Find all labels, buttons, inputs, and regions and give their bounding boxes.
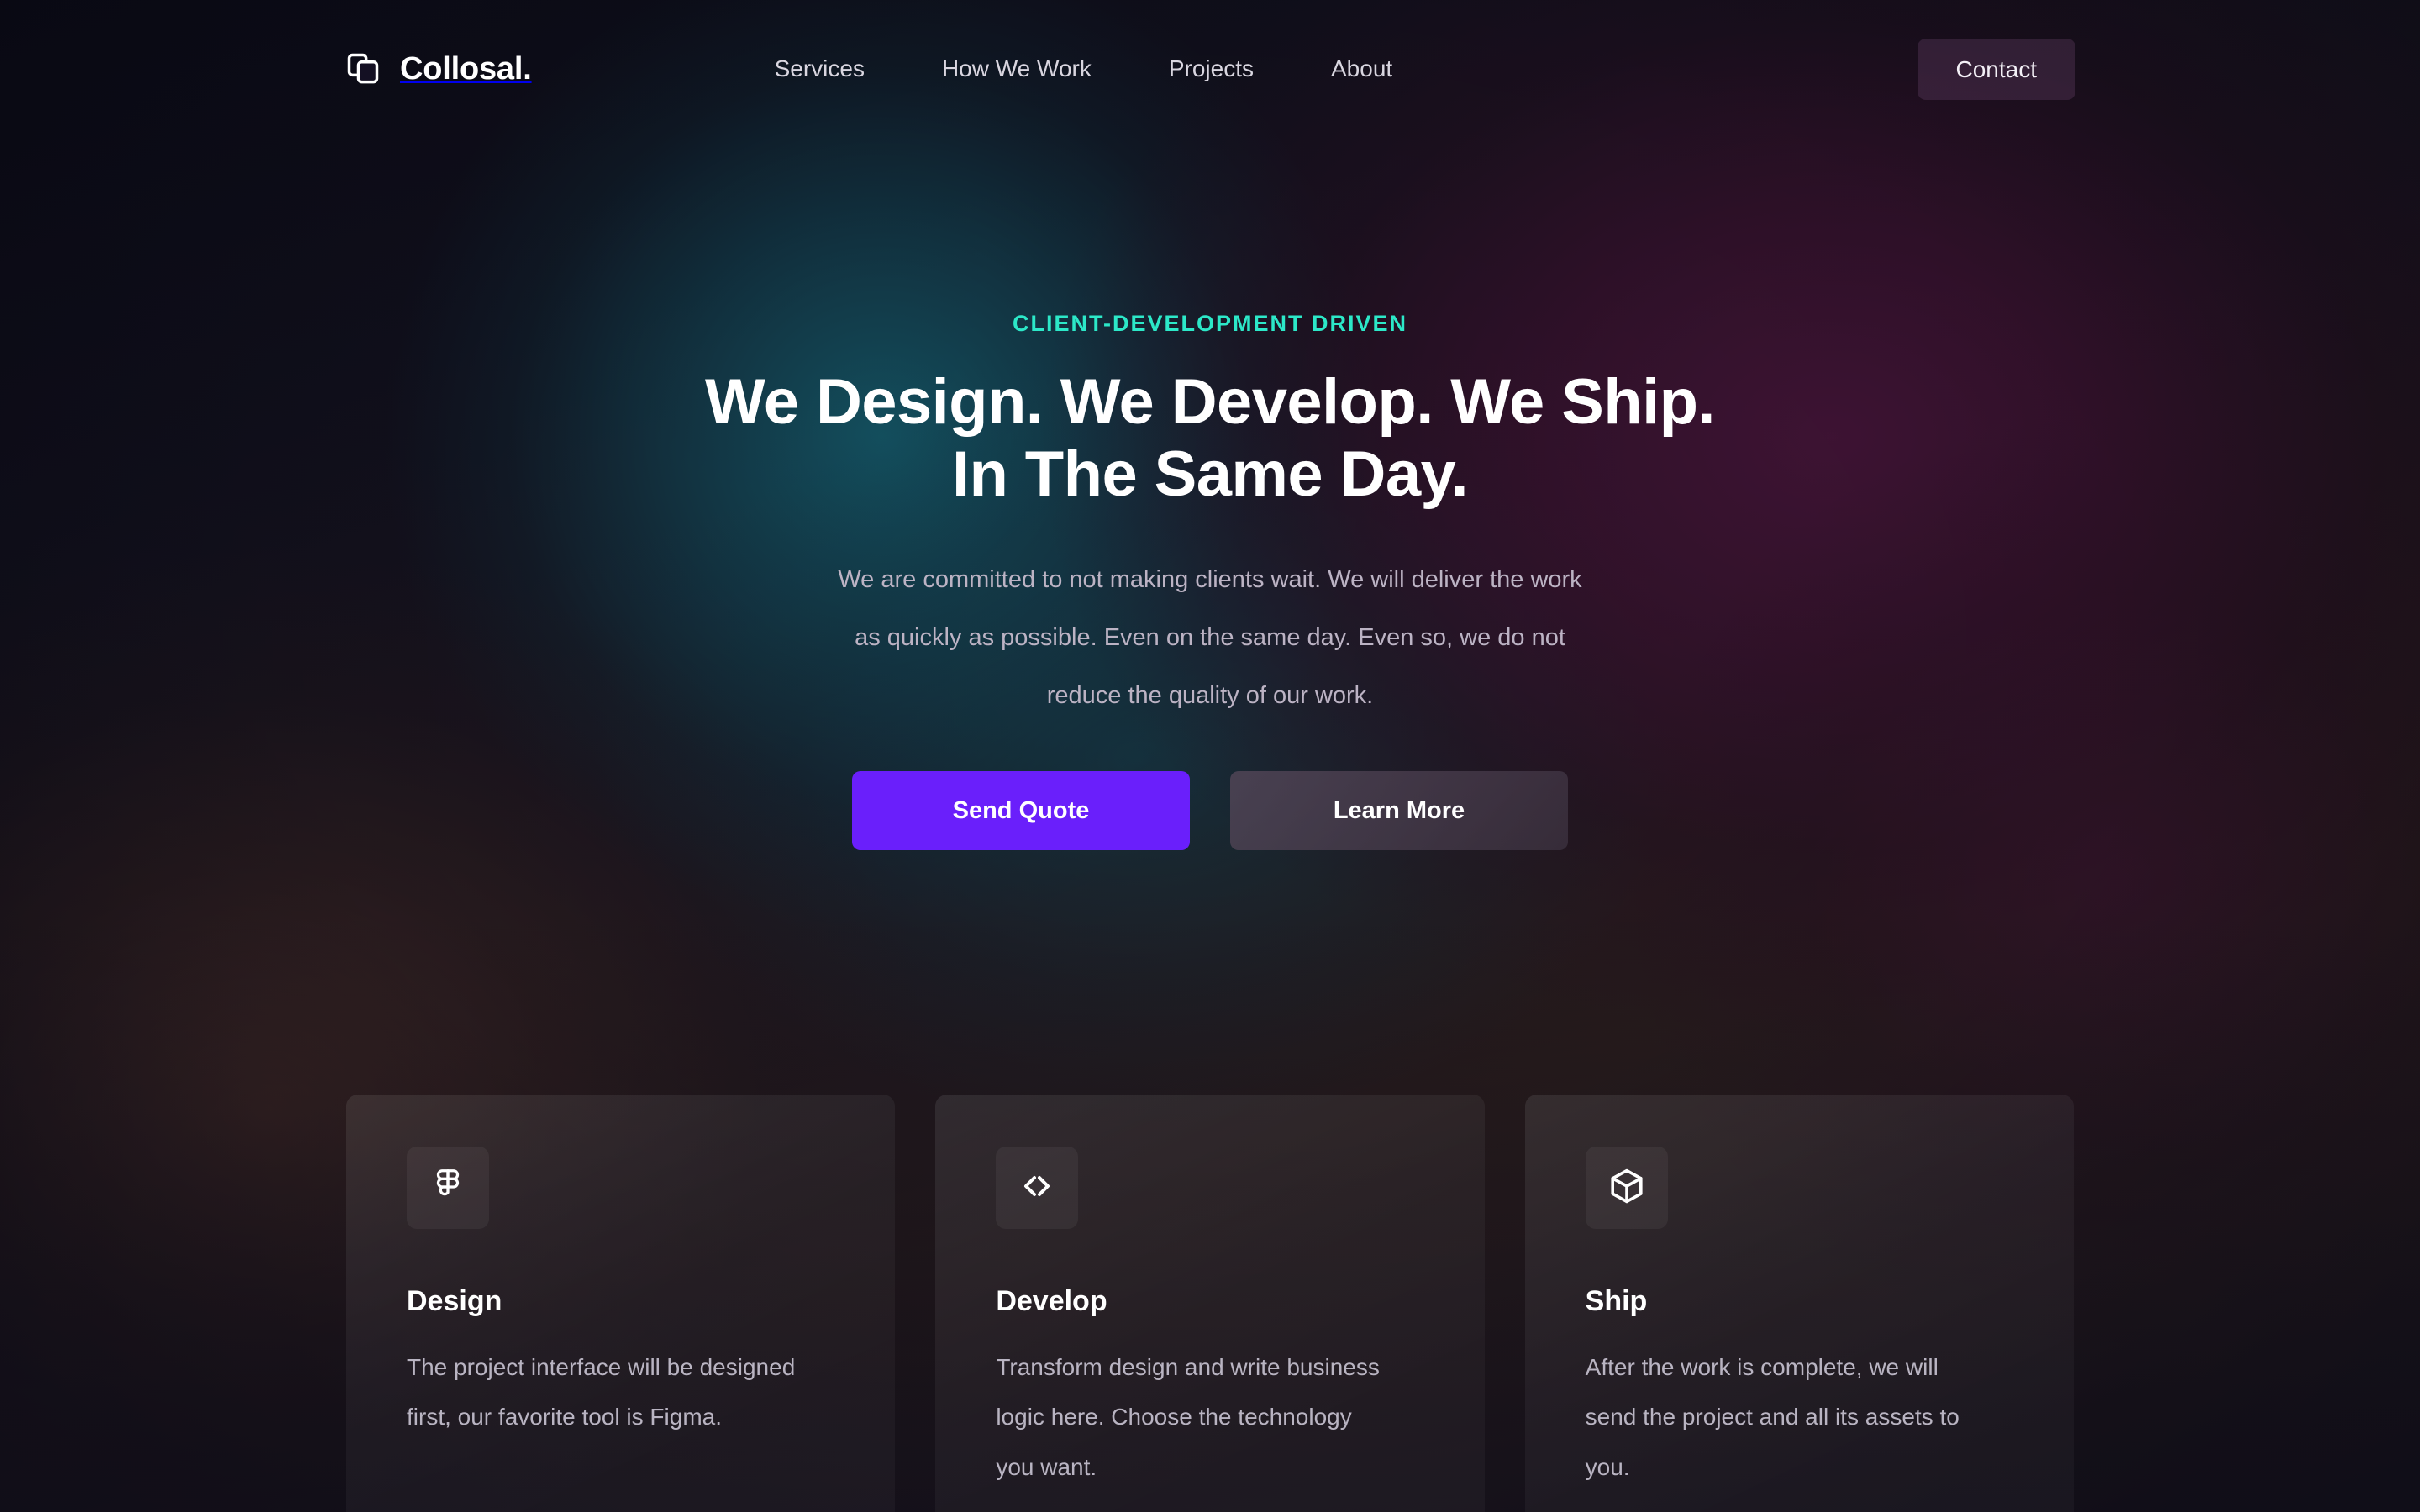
hero-eyebrow: CLIENT-DEVELOPMENT DRIVEN xyxy=(1012,311,1408,336)
card-title: Develop xyxy=(996,1285,1107,1317)
card-icon-container xyxy=(407,1147,489,1229)
cube-box-icon xyxy=(1607,1166,1647,1210)
primary-navigation: Services How We Work Projects About xyxy=(736,57,1432,81)
hero-cta-row: Send Quote Learn More xyxy=(0,770,2420,850)
feature-card-design[interactable]: Design The project interface will be des… xyxy=(346,1095,896,1512)
card-icon-container xyxy=(1585,1147,1668,1229)
nav-item-services[interactable]: Services xyxy=(736,57,903,81)
learn-more-button[interactable]: Learn More xyxy=(1230,770,1568,850)
hero-subcopy-line-3: reduce the quality of our work. xyxy=(1046,681,1374,709)
hero-headline-line-1: We Design. We Develop. We Ship. xyxy=(705,366,1715,438)
site-header: Collosal. Services How We Work Projects … xyxy=(0,0,2420,138)
code-brackets-icon xyxy=(1017,1166,1057,1210)
hero-section: CLIENT-DEVELOPMENT DRIVEN We Design. We … xyxy=(0,312,2420,850)
brand-name: Collosal. xyxy=(400,51,532,87)
hero-subcopy: We are committed to not making clients w… xyxy=(752,551,1668,725)
hero-headline: We Design. We Develop. We Ship. In The S… xyxy=(580,366,1840,511)
nav-item-projects[interactable]: Projects xyxy=(1130,57,1292,81)
landing-page: Collosal. Services How We Work Projects … xyxy=(0,0,2420,1512)
hero-subcopy-line-2: as quickly as possible. Even on the same… xyxy=(855,623,1565,651)
send-quote-button[interactable]: Send Quote xyxy=(852,770,1190,850)
nav-item-about[interactable]: About xyxy=(1292,57,1431,81)
copy-stacked-squares-icon xyxy=(345,50,381,87)
hero-headline-line-2: In The Same Day. xyxy=(951,438,1469,510)
card-description: Transform design and write business logi… xyxy=(996,1354,1380,1480)
card-icon-container xyxy=(996,1147,1079,1229)
card-description: After the work is complete, we will send… xyxy=(1585,1354,1960,1480)
hero-subcopy-line-1: We are committed to not making clients w… xyxy=(838,565,1582,593)
card-description: The project interface will be designed f… xyxy=(407,1354,796,1431)
card-title: Design xyxy=(407,1285,502,1317)
brand-logo-link[interactable]: Collosal. xyxy=(345,50,532,87)
feature-card-develop[interactable]: Develop Transform design and write busin… xyxy=(935,1095,1485,1512)
nav-item-how-we-work[interactable]: How We Work xyxy=(903,57,1130,81)
feature-card-ship[interactable]: Ship After the work is complete, we will… xyxy=(1524,1095,2074,1512)
feature-cards: Design The project interface will be des… xyxy=(346,1095,2074,1512)
card-title: Ship xyxy=(1585,1285,1648,1317)
contact-button[interactable]: Contact xyxy=(1917,38,2075,100)
figma-icon xyxy=(429,1167,467,1210)
